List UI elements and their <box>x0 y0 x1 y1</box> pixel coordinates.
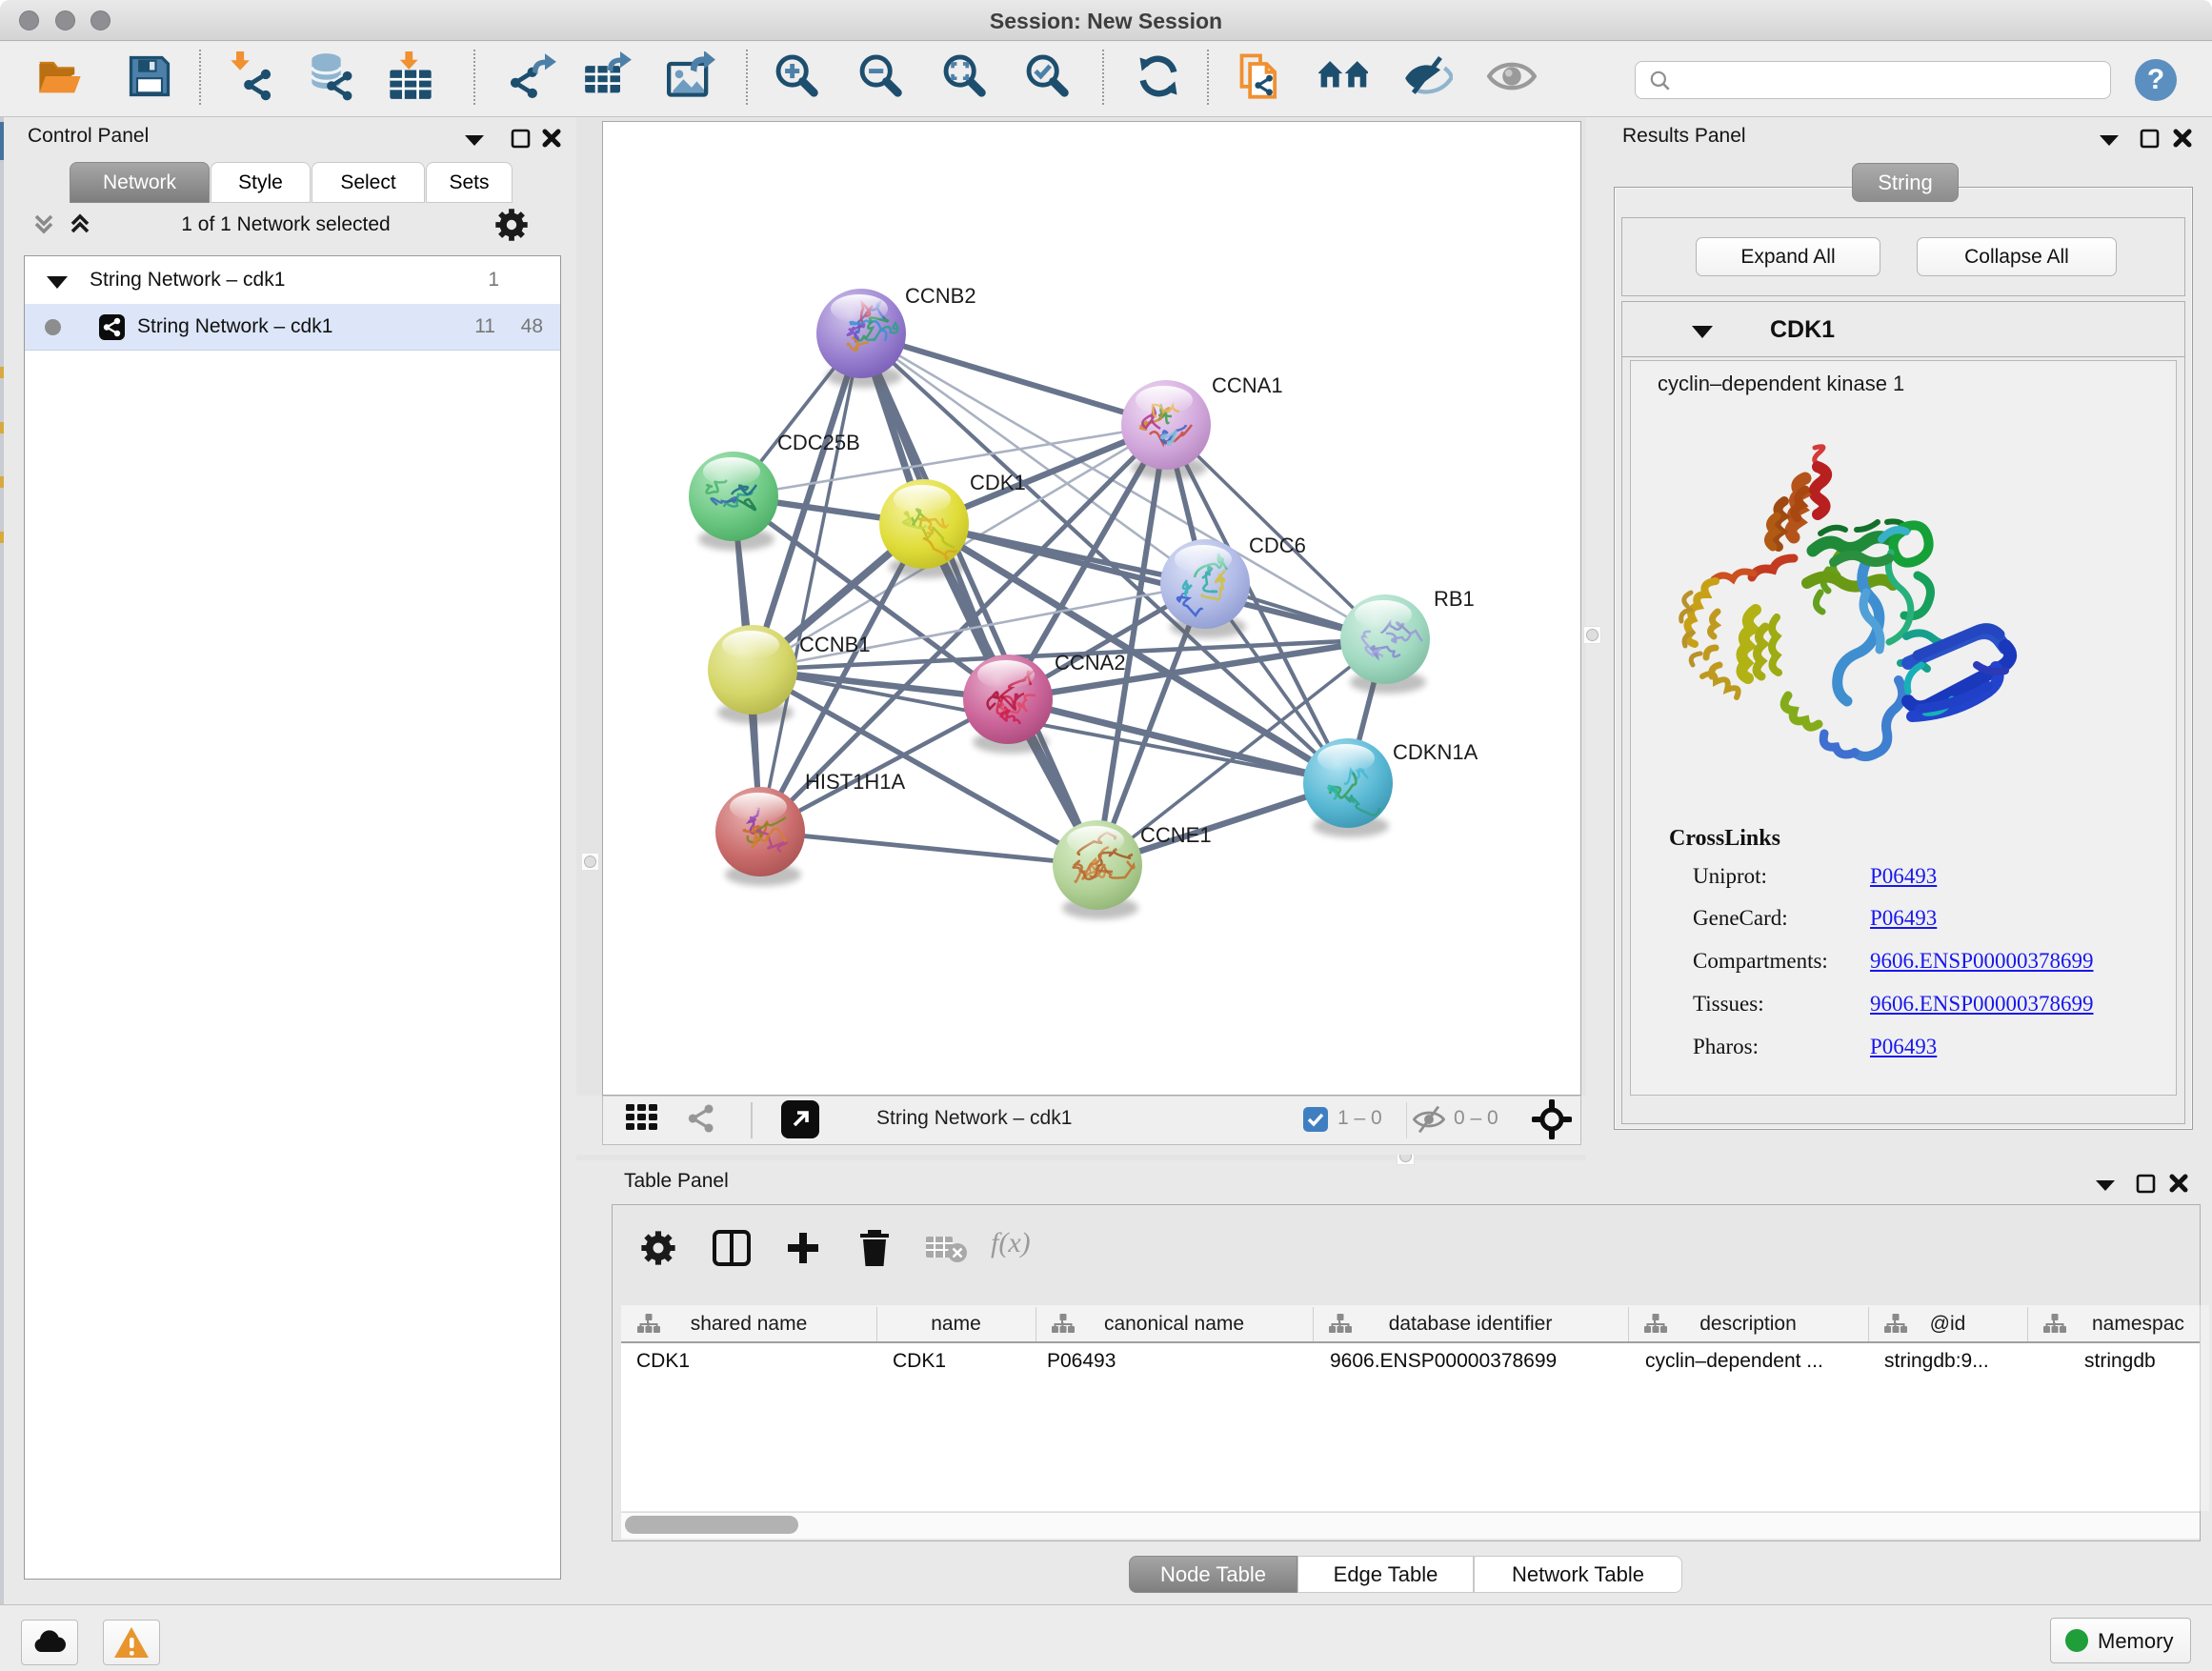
svg-text:CCNB2: CCNB2 <box>905 284 976 308</box>
svg-text:RB1: RB1 <box>1434 587 1475 611</box>
svg-text:CCNB1: CCNB1 <box>799 633 871 656</box>
svg-text:CDKN1A: CDKN1A <box>1393 740 1478 764</box>
svg-text:CCNA1: CCNA1 <box>1212 373 1283 397</box>
svg-text:CCNA2: CCNA2 <box>1055 651 1126 674</box>
svg-text:CDC25B: CDC25B <box>777 431 860 454</box>
svg-text:HIST1H1A: HIST1H1A <box>805 770 905 794</box>
svg-text:CCNE1: CCNE1 <box>1140 823 1212 847</box>
svg-text:CDK1: CDK1 <box>970 471 1026 494</box>
svg-text:?: ? <box>2147 64 2164 95</box>
svg-text:CDC6: CDC6 <box>1249 534 1306 557</box>
